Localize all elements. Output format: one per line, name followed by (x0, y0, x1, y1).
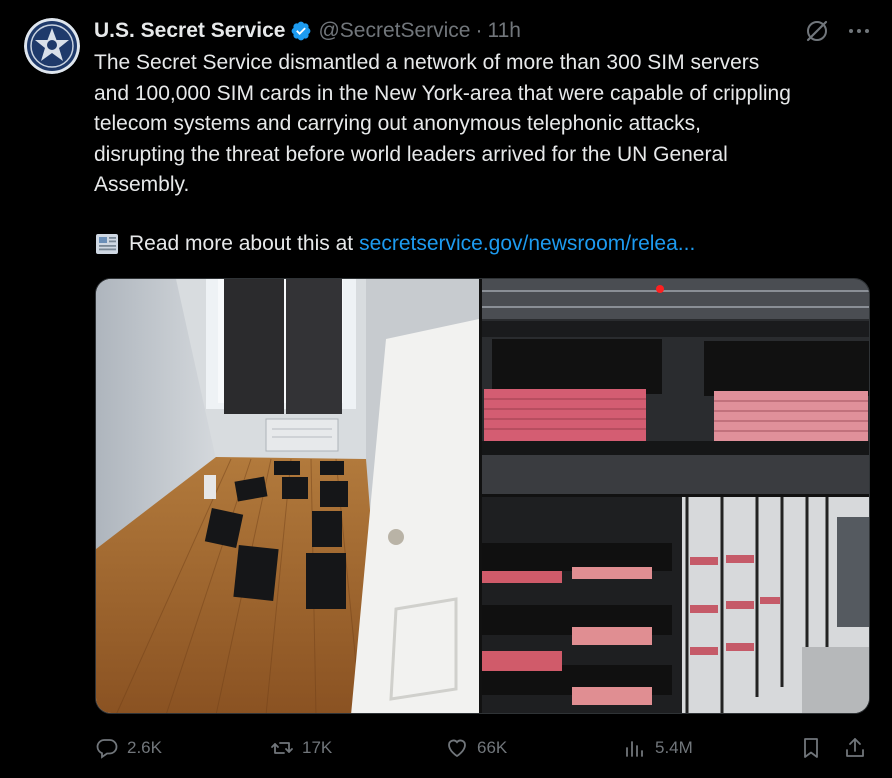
bookmark-button[interactable] (799, 732, 831, 764)
separator-dot: · (475, 19, 483, 42)
photo-server-rack[interactable] (482, 279, 869, 494)
reply-count: 2.6K (127, 738, 162, 757)
like-count: 66K (477, 738, 508, 757)
like-button[interactable]: 66K (445, 732, 507, 764)
author-name[interactable]: U.S. Secret Service (94, 19, 285, 43)
heart-icon (445, 736, 477, 760)
share-button[interactable] (843, 732, 875, 764)
newspaper-icon (94, 231, 120, 257)
views-button[interactable]: 5.4M (623, 732, 693, 764)
repost-icon (270, 736, 302, 760)
author-handle[interactable]: @SecretService (318, 19, 470, 43)
views-count: 5.4M (655, 738, 693, 757)
action-bar: 2.6K 17K 66K 5.4M (95, 732, 870, 764)
newsroom-link[interactable]: secretservice.gov/newsroom/relea... (359, 232, 695, 256)
repost-button[interactable]: 17K (270, 732, 332, 764)
read-more-line: Read more about this at secretservice.go… (94, 228, 695, 260)
reply-button[interactable]: 2.6K (95, 732, 162, 764)
share-icon (843, 736, 875, 760)
secret-service-badge-icon (24, 18, 80, 74)
verified-badge-icon[interactable] (290, 20, 312, 42)
grok-icon[interactable] (804, 18, 830, 44)
photo-server-shelves[interactable] (482, 497, 869, 713)
tweet-text: The Secret Service dismantled a network … (94, 51, 791, 196)
views-chart-icon (623, 736, 655, 760)
read-more-text: Read more about this at (129, 232, 354, 255)
avatar[interactable] (24, 18, 80, 74)
reply-icon (95, 736, 127, 760)
tweet-timestamp[interactable]: 11h (488, 19, 521, 43)
media-grid (95, 278, 870, 714)
more-options-icon[interactable] (846, 18, 872, 44)
photo-apartment-room[interactable] (96, 279, 479, 713)
tweet-header: U.S. Secret Service @SecretService · 11h (94, 15, 872, 47)
repost-count: 17K (302, 738, 333, 757)
bookmark-icon (799, 736, 831, 760)
